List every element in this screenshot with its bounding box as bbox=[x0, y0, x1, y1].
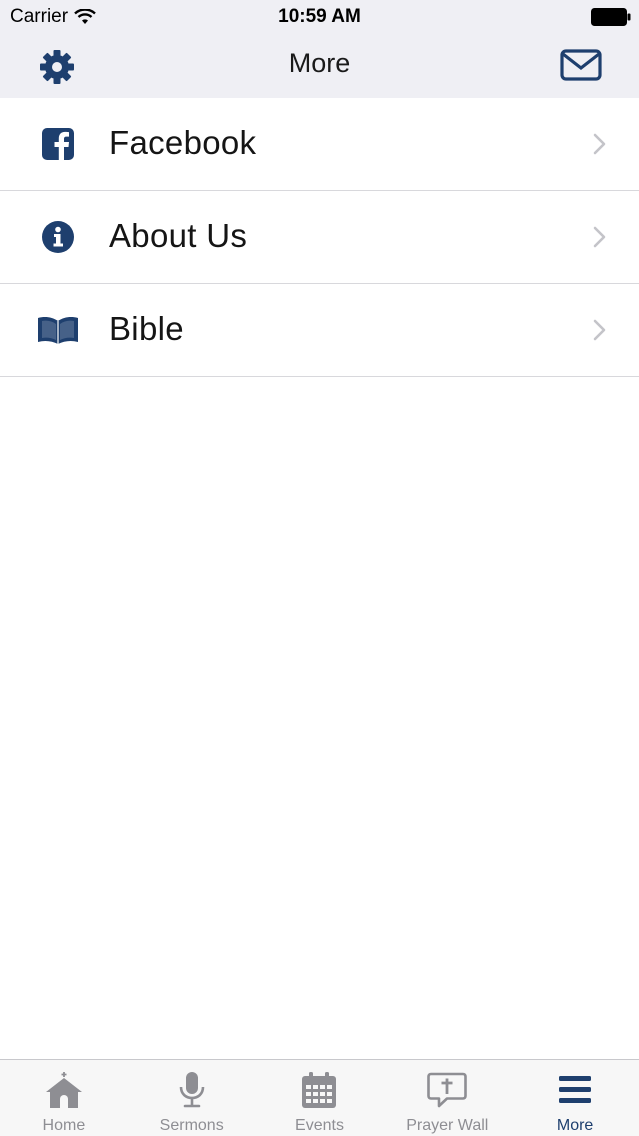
tab-label: Sermons bbox=[159, 1117, 224, 1134]
chevron-right-icon bbox=[593, 319, 606, 341]
battery-icon bbox=[591, 8, 631, 26]
chevron-right-icon bbox=[593, 226, 606, 248]
tab-sermons[interactable]: Sermons bbox=[128, 1060, 256, 1136]
menu-icon bbox=[559, 1076, 592, 1103]
bible-icon bbox=[36, 312, 80, 348]
tab-home[interactable]: Home bbox=[0, 1060, 128, 1136]
facebook-icon bbox=[36, 126, 80, 162]
tab-events[interactable]: Events bbox=[256, 1060, 384, 1136]
info-icon bbox=[36, 219, 80, 255]
tab-label: Events bbox=[295, 1117, 344, 1134]
more-menu-list: Facebook About Us Bible bbox=[0, 98, 639, 377]
tab-label: More bbox=[556, 1117, 594, 1134]
tab-more[interactable]: More bbox=[511, 1060, 639, 1136]
list-item-about-us[interactable]: About Us bbox=[0, 191, 639, 284]
mail-icon[interactable] bbox=[560, 48, 602, 84]
tab-prayer-wall[interactable]: Prayer Wall bbox=[383, 1060, 511, 1136]
list-item-label: Facebook bbox=[109, 124, 257, 161]
list-item-facebook[interactable]: Facebook bbox=[0, 98, 639, 191]
header: Carrier 10:59 AM More bbox=[0, 0, 639, 98]
prayer-bubble-icon bbox=[427, 1072, 468, 1108]
calendar-icon bbox=[302, 1072, 337, 1108]
tab-bar: Home Sermons Events Prayer Wall More bbox=[0, 1059, 639, 1136]
page-title: More bbox=[288, 48, 351, 78]
status-time: 10:59 AM bbox=[278, 6, 361, 27]
tab-label: Home bbox=[42, 1117, 86, 1134]
list-item-label: About Us bbox=[109, 217, 248, 254]
church-icon bbox=[45, 1072, 82, 1108]
status-bar: Carrier 10:59 AM bbox=[0, 0, 639, 34]
nav-bar: More bbox=[0, 34, 639, 98]
microphone-icon bbox=[179, 1072, 204, 1108]
tab-label: Prayer Wall bbox=[406, 1117, 489, 1134]
list-item-label: Bible bbox=[109, 310, 184, 347]
list-item-bible[interactable]: Bible bbox=[0, 284, 639, 377]
chevron-right-icon bbox=[593, 133, 606, 155]
